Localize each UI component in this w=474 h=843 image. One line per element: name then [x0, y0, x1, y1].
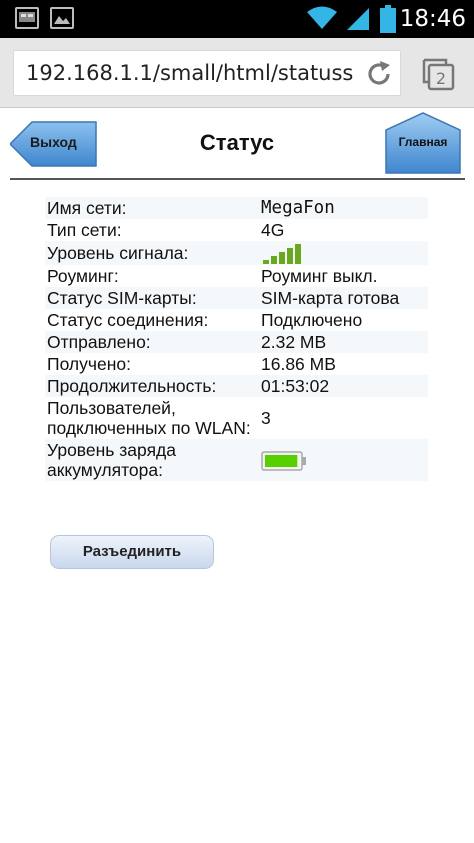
row-label: Статус SIM-карты: [45, 287, 259, 310]
row-label: Отправлено: [45, 331, 259, 354]
header-divider [10, 178, 465, 180]
duration-value: 01:53:02 [259, 375, 428, 398]
clock: 18:46 [399, 6, 466, 32]
battery-icon [380, 5, 396, 33]
wifi-icon [307, 6, 337, 29]
status-bar: 18:46 [0, 0, 474, 38]
table-row: Продолжительность: 01:53:02 [45, 375, 428, 398]
row-label: Роуминг: [45, 265, 259, 288]
row-label: Тип сети: [45, 219, 259, 241]
row-label: Пользователей, подключенных по WLAN: [45, 397, 259, 440]
wlan-users-value: 3 [259, 397, 428, 440]
reload-icon[interactable] [364, 59, 394, 89]
table-row: Имя сети: MegaFon [45, 197, 428, 219]
signal-strength-icon [263, 244, 301, 265]
url-field[interactable]: 192.168.1.1/small/html/statuss [13, 50, 401, 96]
home-label: Главная [398, 135, 448, 149]
table-row: Тип сети: 4G [45, 219, 428, 241]
sent-value: 2.32 MB [259, 331, 428, 354]
table-row: Пользователей, подключенных по WLAN: 3 [45, 397, 428, 440]
signal-bar [295, 244, 301, 265]
row-label: Получено: [45, 353, 259, 376]
row-label: Уровень заряда аккумулятора: [45, 439, 259, 482]
signal-bar [271, 256, 277, 265]
signal-level-value [259, 241, 428, 266]
battery-tip [302, 456, 306, 465]
tab-count: 2 [436, 69, 446, 88]
page-header: Выход Статус Главная [0, 108, 474, 180]
url-text[interactable]: 192.168.1.1/small/html/statuss [26, 61, 356, 85]
row-label: Имя сети: [45, 197, 259, 219]
tabs-button[interactable]: 2 [420, 56, 456, 92]
battery-level-icon [261, 450, 306, 471]
network-type-value: 4G [259, 219, 428, 241]
table-row: Уровень заряда аккумулятора: [45, 439, 428, 482]
table-row: Уровень сигнала: [45, 241, 428, 266]
row-label: Статус соединения: [45, 309, 259, 332]
table-row: Отправлено: 2.32 MB [45, 331, 428, 354]
status-table: Имя сети: MegaFon Тип сети: 4G Уровень с… [45, 197, 428, 482]
cell-signal-icon [347, 8, 369, 30]
row-label: Продолжительность: [45, 375, 259, 398]
battery-level-value [259, 439, 428, 482]
connection-status-value: Подключено [259, 309, 428, 332]
table-row: Роуминг: Роуминг выкл. [45, 265, 428, 288]
signal-bar [263, 260, 269, 265]
sim-status-value: SIM-карта готова [259, 287, 428, 310]
screenshot-notification-icon [15, 7, 39, 29]
image-notification-icon [50, 7, 74, 29]
browser-toolbar: 192.168.1.1/small/html/statuss 2 [0, 38, 474, 108]
table-row: Статус соединения: Подключено [45, 309, 428, 332]
signal-bar [279, 252, 285, 265]
network-name-value: MegaFon [259, 197, 428, 219]
received-value: 16.86 MB [259, 353, 428, 376]
row-label: Уровень сигнала: [45, 241, 259, 266]
battery-fill [265, 454, 298, 467]
signal-bar [287, 248, 293, 265]
table-row: Получено: 16.86 MB [45, 353, 428, 376]
roaming-value: Роуминг выкл. [259, 265, 428, 288]
home-button[interactable]: Главная [384, 112, 464, 174]
tabs-icon: 2 [422, 58, 455, 91]
table-row: Статус SIM-карты: SIM-карта готова [45, 287, 428, 310]
disconnect-button[interactable]: Разъединить [50, 535, 214, 569]
